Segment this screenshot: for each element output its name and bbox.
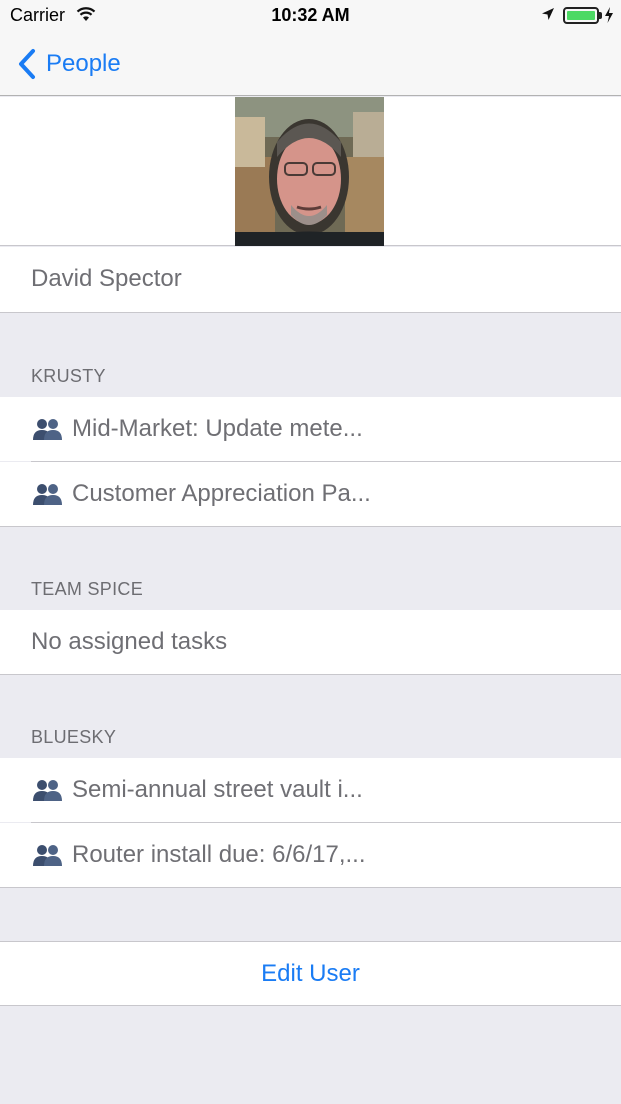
group-icon	[33, 484, 62, 505]
section-separator	[0, 887, 621, 888]
clock-time: 10:32 AM	[271, 5, 350, 25]
user-photo	[235, 97, 384, 246]
task-row[interactable]: Customer Appreciation Pa...	[0, 462, 621, 526]
edit-user-label: Edit User	[261, 960, 360, 987]
status-bar: Carrier 10:32 AM	[0, 0, 621, 32]
avatar-cell	[0, 97, 621, 246]
group-icon	[33, 845, 62, 866]
group-icon	[33, 419, 62, 440]
charging-bolt-icon	[605, 7, 613, 23]
location-arrow-icon	[542, 8, 554, 20]
edit-user-button[interactable]: Edit User	[0, 941, 621, 1006]
empty-tasks-cell: No assigned tasks	[0, 610, 621, 674]
navigation-bar: People	[0, 32, 621, 96]
group-icon	[33, 780, 62, 801]
user-name: David Spector	[31, 265, 182, 292]
section-header-team-spice: TEAM SPICE	[31, 579, 144, 599]
back-button-label: People	[46, 50, 121, 77]
task-title: Semi-annual street vault i...	[72, 776, 363, 803]
avatar[interactable]	[235, 97, 384, 246]
task-row[interactable]: Semi-annual street vault i...	[0, 758, 621, 822]
chevron-left-icon	[19, 49, 35, 79]
task-title: Mid-Market: Update mete...	[72, 415, 363, 442]
task-row[interactable]: Mid-Market: Update mete...	[0, 397, 621, 461]
section-header-krusty: KRUSTY	[31, 366, 106, 386]
section-separator	[0, 526, 621, 527]
task-title: Customer Appreciation Pa...	[72, 480, 371, 507]
task-title: Router install due: 6/6/17,...	[72, 841, 366, 868]
battery-tip	[599, 12, 602, 19]
no-tasks-label: No assigned tasks	[31, 628, 228, 655]
battery-icon	[563, 7, 599, 24]
task-row[interactable]: Router install due: 6/6/17,...	[0, 823, 621, 887]
user-name-cell: David Spector	[0, 247, 621, 313]
back-button[interactable]: People	[16, 46, 121, 82]
section-header-bluesky: BLUESKY	[31, 727, 117, 747]
section-separator	[0, 674, 621, 675]
